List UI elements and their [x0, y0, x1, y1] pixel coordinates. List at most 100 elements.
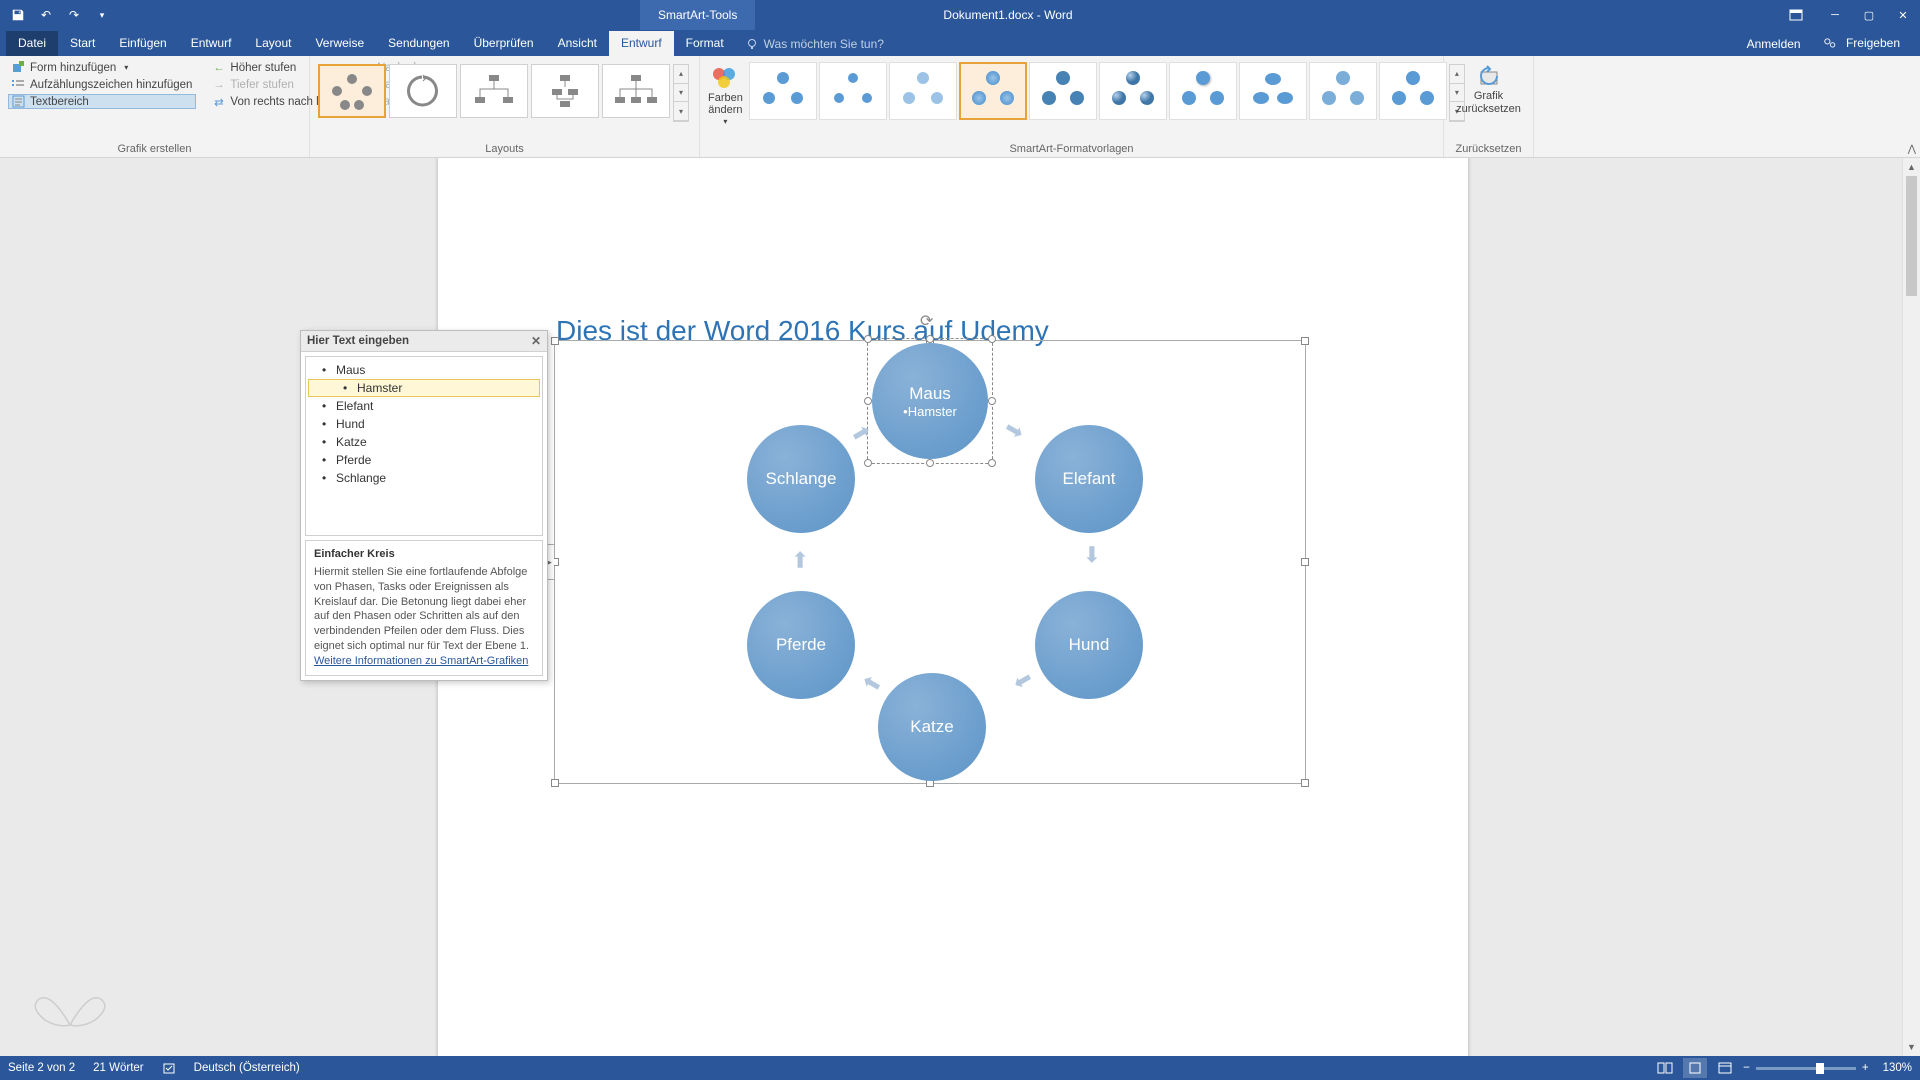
style-thumb-5[interactable] — [1029, 62, 1097, 120]
desc-title: Einfacher Kreis — [314, 547, 534, 562]
scroll-down-icon[interactable]: ▼ — [1903, 1038, 1920, 1056]
tab-datei[interactable]: Datei — [6, 31, 58, 56]
style-thumb-2[interactable] — [819, 62, 887, 120]
text-pane-header[interactable]: Hier Text eingeben ✕ — [301, 331, 547, 352]
form-hinzufuegen-button[interactable]: Form hinzufügen ▾ — [8, 60, 196, 75]
view-print-layout[interactable] — [1683, 1058, 1707, 1078]
node-text: Schlange — [766, 469, 837, 489]
minimize-button[interactable]: ─ — [1818, 0, 1852, 30]
smartart-node-schlange[interactable]: Schlange — [747, 425, 855, 533]
group-label-styles: SmartArt-Formatvorlagen — [708, 141, 1435, 155]
close-button[interactable]: ✕ — [1886, 0, 1920, 30]
vertical-scrollbar[interactable]: ▲ ▼ — [1902, 158, 1920, 1056]
textbereich-button[interactable]: Textbereich — [8, 94, 196, 109]
view-read-mode[interactable] — [1653, 1058, 1677, 1078]
qat-customize-button[interactable]: ▾ — [90, 4, 114, 26]
redo-button[interactable]: ↷ — [62, 4, 86, 26]
layout-thumb-2[interactable] — [389, 64, 457, 118]
smartart-info-link[interactable]: Weitere Informationen zu SmartArt-Grafik… — [314, 655, 528, 667]
document-area[interactable]: Dies ist der Word 2016 Kurs auf Udemy ⟳ … — [0, 158, 1902, 1056]
resize-handle[interactable] — [1301, 558, 1309, 566]
tab-sendungen[interactable]: Sendungen — [376, 31, 461, 56]
style-thumb-7[interactable] — [1169, 62, 1237, 120]
list-item[interactable]: Schlange — [308, 469, 540, 487]
tab-ansicht[interactable]: Ansicht — [546, 31, 609, 56]
resize-handle[interactable] — [551, 779, 559, 787]
zoom-track[interactable] — [1756, 1067, 1856, 1070]
resize-handle[interactable] — [551, 337, 559, 345]
share-icon — [1823, 37, 1837, 51]
ribbon-display-options[interactable] — [1782, 1, 1810, 29]
style-thumb-1[interactable] — [749, 62, 817, 120]
resize-handle[interactable] — [1301, 337, 1309, 345]
smartart-frame[interactable]: ⟳ ▸ Maus •Hamster Elefant — [554, 340, 1306, 784]
tab-entwurf[interactable]: Entwurf — [179, 31, 244, 56]
resize-handle[interactable] — [1301, 779, 1309, 787]
style-thumb-3[interactable] — [889, 62, 957, 120]
list-item-selected[interactable]: Hamster — [308, 379, 540, 397]
tab-smartart-entwurf[interactable]: Entwurf — [609, 31, 674, 56]
smartart-node-hund[interactable]: Hund — [1035, 591, 1143, 699]
layout-thumb-5[interactable] — [602, 64, 670, 118]
document-title: Dokument1.docx - Word — [943, 8, 1072, 22]
grafik-zuruecksetzen-button[interactable]: Grafik zurücksetzen — [1452, 60, 1525, 116]
layout-thumb-4[interactable] — [531, 64, 599, 118]
maximize-button[interactable]: ▢ — [1852, 0, 1886, 30]
layout-thumb-3[interactable] — [460, 64, 528, 118]
save-button[interactable] — [6, 4, 30, 26]
style-thumb-6[interactable] — [1099, 62, 1167, 120]
group-reset: Grafik zurücksetzen Zurücksetzen — [1444, 56, 1534, 157]
node-text: Hund — [1069, 635, 1110, 655]
status-page[interactable]: Seite 2 von 2 — [8, 1062, 75, 1074]
zoom-slider[interactable]: − + — [1743, 1062, 1868, 1074]
status-bar: Seite 2 von 2 21 Wörter Deutsch (Österre… — [0, 1056, 1920, 1080]
tab-ueberpruefen[interactable]: Überprüfen — [462, 31, 546, 56]
tab-verweise[interactable]: Verweise — [303, 31, 376, 56]
tab-format[interactable]: Format — [674, 31, 736, 56]
aufzaehlung-button[interactable]: Aufzählungszeichen hinzufügen — [8, 77, 196, 92]
style-thumb-10[interactable] — [1379, 62, 1447, 120]
list-item[interactable]: Katze — [308, 433, 540, 451]
lightbulb-icon — [746, 38, 758, 50]
style-thumb-8[interactable] — [1239, 62, 1307, 120]
anmelden-link[interactable]: Anmelden — [1741, 32, 1807, 56]
rotate-handle-icon[interactable]: ⟳ — [920, 311, 933, 331]
status-proofing-icon[interactable] — [162, 1061, 176, 1075]
tab-einfuegen[interactable]: Einfügen — [107, 31, 178, 56]
layouts-gallery-more[interactable]: ▴▾▾ — [673, 64, 689, 122]
zoom-level[interactable]: 130% — [1883, 1062, 1912, 1074]
text-pane-description: Einfacher Kreis Hiermit stellen Sie eine… — [305, 540, 543, 676]
list-item[interactable]: Pferde — [308, 451, 540, 469]
text-pane-title: Hier Text eingeben — [307, 335, 409, 347]
scroll-up-icon[interactable]: ▲ — [1903, 158, 1920, 176]
style-thumb-4[interactable] — [959, 62, 1027, 120]
zoom-thumb[interactable] — [1816, 1063, 1824, 1074]
status-language[interactable]: Deutsch (Österreich) — [194, 1062, 300, 1074]
zoom-in-button[interactable]: + — [1862, 1062, 1869, 1074]
tell-me-search[interactable]: Was möchten Sie tun? — [736, 32, 894, 56]
titlebar: ↶ ↷ ▾ SmartArt-Tools spacer Dokument1.do… — [0, 0, 1920, 30]
undo-button[interactable]: ↶ — [34, 4, 58, 26]
style-thumb-9[interactable] — [1309, 62, 1377, 120]
smartart-node-elefant[interactable]: Elefant — [1035, 425, 1143, 533]
smartart-node-katze[interactable]: Katze — [878, 673, 986, 781]
freigeben-button[interactable]: Freigeben — [1817, 31, 1912, 56]
smartart-node-pferde[interactable]: Pferde — [747, 591, 855, 699]
list-item[interactable]: Elefant — [308, 397, 540, 415]
list-item[interactable]: Hund — [308, 415, 540, 433]
tab-start[interactable]: Start — [58, 31, 107, 56]
quick-access-toolbar: ↶ ↷ ▾ — [0, 4, 114, 26]
text-input-pane[interactable]: Hier Text eingeben ✕ Maus Hamster Elefan… — [300, 330, 548, 681]
text-pane-list[interactable]: Maus Hamster Elefant Hund Katze Pferde S… — [305, 356, 543, 536]
layout-thumb-1[interactable] — [318, 64, 386, 118]
view-web-layout[interactable] — [1713, 1058, 1737, 1078]
tab-layout[interactable]: Layout — [243, 31, 303, 56]
text-pane-close-icon[interactable]: ✕ — [531, 334, 541, 348]
collapse-ribbon-button[interactable]: ⋀ — [1908, 144, 1916, 155]
farben-aendern-button[interactable]: Farben ändern▾ — [708, 60, 743, 127]
zoom-out-button[interactable]: − — [1743, 1062, 1750, 1074]
status-words[interactable]: 21 Wörter — [93, 1062, 144, 1074]
bullet-add-icon — [12, 78, 25, 91]
list-item[interactable]: Maus — [308, 361, 540, 379]
scroll-thumb[interactable] — [1906, 176, 1917, 296]
